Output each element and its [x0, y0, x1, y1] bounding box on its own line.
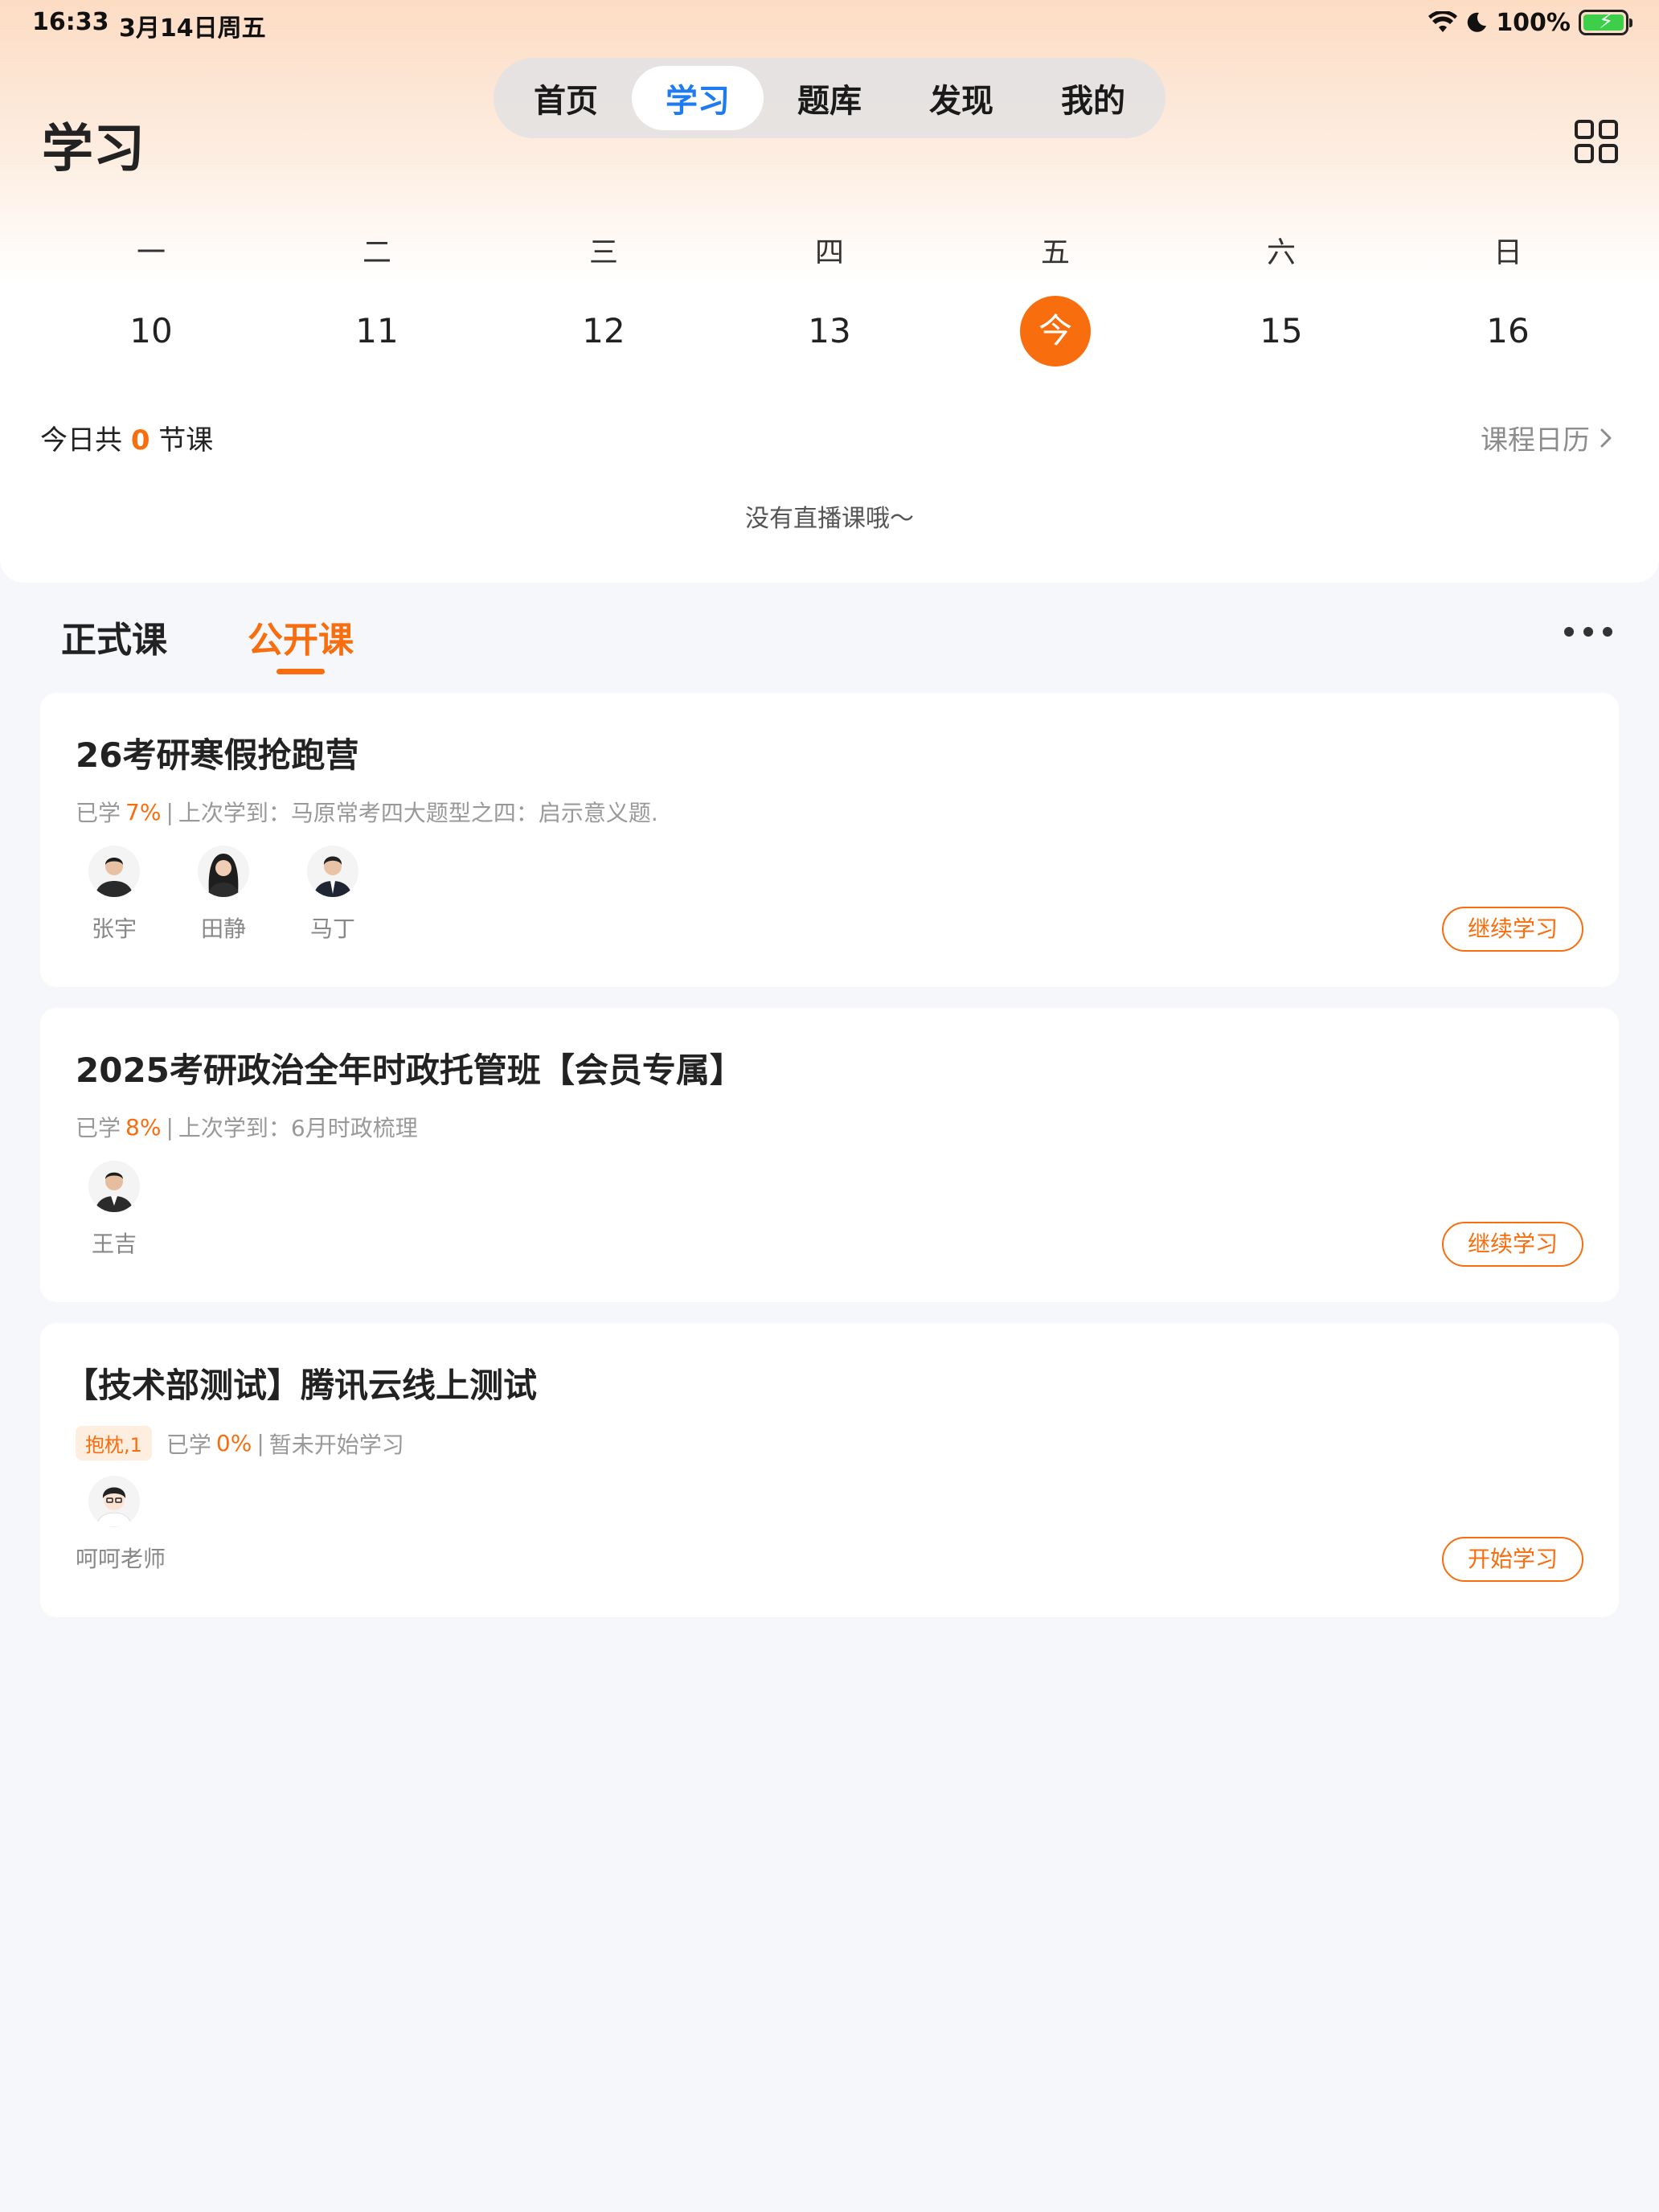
day-label: 五 [1040, 236, 1070, 269]
day-number: 11 [355, 311, 399, 350]
day-fri-today[interactable]: 五 今 [991, 233, 1120, 367]
active-tab-indicator [276, 669, 325, 674]
course-tag: 抱枕,1 [76, 1426, 152, 1460]
tab-formal-course[interactable]: 正式课 [61, 611, 167, 662]
day-number: 10 [129, 311, 173, 350]
last-studied: 暂未开始学习 [268, 1431, 404, 1458]
teacher-name: 呵呵老师 [76, 1546, 166, 1572]
teacher-avatar [88, 1476, 140, 1528]
lesson-count: 0 [130, 424, 150, 457]
last-studied: 上次学到：6月时政梳理 [178, 1115, 418, 1141]
status-bar: 16:33 3月14日周五 100% ⚡ [0, 0, 1659, 48]
separator: | [256, 1430, 264, 1456]
teacher-avatar [198, 846, 249, 897]
status-date: 3月14日周五 [119, 14, 266, 43]
day-mon[interactable]: 一 10 [87, 233, 215, 367]
battery-percent: 100% [1496, 8, 1571, 37]
moon-icon [1468, 12, 1487, 32]
more-icon[interactable] [1564, 624, 1612, 640]
top-nav: 首页 学习 题库 发现 我的 [494, 58, 1165, 138]
start-study-button[interactable]: 开始学习 [1442, 1537, 1583, 1582]
summary-suffix: 节课 [158, 424, 214, 457]
teacher-list: 张宇 田静 马丁 [76, 846, 371, 944]
nav-tab-discover[interactable]: 发现 [895, 66, 1027, 130]
teacher[interactable]: 张宇 [76, 846, 153, 944]
course-card[interactable]: 2025考研政治全年时政托管班【会员专属】 已学 8% | 上次学到：6月时政梳… [40, 1008, 1619, 1302]
day-tue[interactable]: 二 11 [313, 233, 441, 367]
teacher-avatar [307, 846, 358, 897]
day-number: 16 [1486, 311, 1530, 350]
week-strip: 一 10 二 11 三 12 四 13 五 今 六 15 日 16 [0, 233, 1659, 370]
teacher-name: 田静 [200, 916, 246, 942]
day-label: 一 [136, 236, 166, 269]
teacher-list: 王吉 [76, 1161, 153, 1259]
course-progress: 已学 8% | 上次学到：6月时政梳理 [76, 1111, 418, 1143]
wifi-icon [1428, 11, 1458, 32]
day-number: 12 [582, 311, 625, 350]
day-number: 13 [808, 311, 851, 350]
battery-icon: ⚡ [1579, 10, 1632, 35]
day-label: 四 [814, 236, 844, 269]
teacher[interactable]: 呵呵老师 [76, 1476, 166, 1574]
nav-tab-mine[interactable]: 我的 [1027, 66, 1159, 130]
teacher-avatar [88, 846, 140, 897]
course-progress: 已学 7% | 上次学到：马原常考四大题型之四：启示意义题. [76, 796, 658, 828]
course-title: 26考研寒假抢跑营 [76, 735, 359, 775]
teacher[interactable]: 王吉 [76, 1161, 153, 1259]
course-calendar-link[interactable]: 课程日历 [1481, 418, 1614, 457]
status-time: 16:33 [32, 8, 109, 36]
day-label: 三 [588, 236, 618, 269]
day-label: 六 [1266, 236, 1296, 269]
learned-label: 已学 [76, 800, 121, 826]
progress-value: 0% [215, 1430, 252, 1456]
teacher-name: 张宇 [91, 916, 137, 942]
course-card[interactable]: 26考研寒假抢跑营 已学 7% | 上次学到：马原常考四大题型之四：启示意义题.… [40, 693, 1619, 987]
last-studied: 上次学到：马原常考四大题型之四：启示意义题. [178, 800, 658, 826]
day-sat[interactable]: 六 15 [1217, 233, 1346, 367]
nav-tab-home[interactable]: 首页 [500, 66, 632, 130]
day-label: 二 [362, 236, 391, 269]
tab-open-course[interactable]: 公开课 [248, 611, 354, 662]
separator: | [166, 1113, 174, 1141]
continue-study-button[interactable]: 继续学习 [1442, 1222, 1583, 1267]
page-title: 学习 [42, 120, 145, 179]
continue-study-button[interactable]: 继续学习 [1442, 907, 1583, 952]
status-right: 100% ⚡ [1428, 6, 1632, 39]
teacher[interactable]: 田静 [185, 846, 262, 944]
teacher[interactable]: 马丁 [294, 846, 371, 944]
summary-prefix: 今日共 [40, 424, 122, 457]
day-thu[interactable]: 四 13 [765, 233, 894, 367]
day-label: 日 [1493, 236, 1522, 269]
today-marker: 今 [1020, 296, 1091, 367]
separator: | [166, 798, 174, 825]
day-sun[interactable]: 日 16 [1444, 233, 1572, 367]
day-number: 15 [1260, 311, 1303, 350]
empty-live-text: 没有直播课哦～ [745, 505, 914, 533]
nav-tab-question-bank[interactable]: 题库 [764, 66, 895, 130]
day-wed[interactable]: 三 12 [539, 233, 668, 367]
learned-label: 已学 [166, 1431, 211, 1458]
course-calendar-label: 课程日历 [1481, 424, 1590, 457]
course-tabs: 正式课 公开课 [0, 603, 1659, 683]
progress-value: 8% [125, 1113, 162, 1141]
today-summary: 今日共 0 节课 [40, 418, 213, 457]
grid-icon[interactable] [1574, 119, 1619, 164]
progress-value: 7% [125, 798, 162, 825]
teacher-list: 呵呵老师 [76, 1476, 166, 1574]
course-title: 2025考研政治全年时政托管班【会员专属】 [76, 1051, 743, 1090]
course-title: 【技术部测试】腾讯云线上测试 [64, 1366, 538, 1405]
nav-tab-study[interactable]: 学习 [632, 66, 764, 130]
course-progress: 抱枕,1 已学 0% | 暂未开始学习 [76, 1426, 404, 1460]
teacher-name: 王吉 [91, 1231, 137, 1257]
teacher-avatar [88, 1161, 140, 1212]
teacher-name: 马丁 [309, 916, 355, 942]
learned-label: 已学 [76, 1115, 121, 1141]
chevron-right-icon [1600, 428, 1612, 447]
course-card[interactable]: 【技术部测试】腾讯云线上测试 抱枕,1 已学 0% | 暂未开始学习 呵呵老师 … [40, 1323, 1619, 1617]
